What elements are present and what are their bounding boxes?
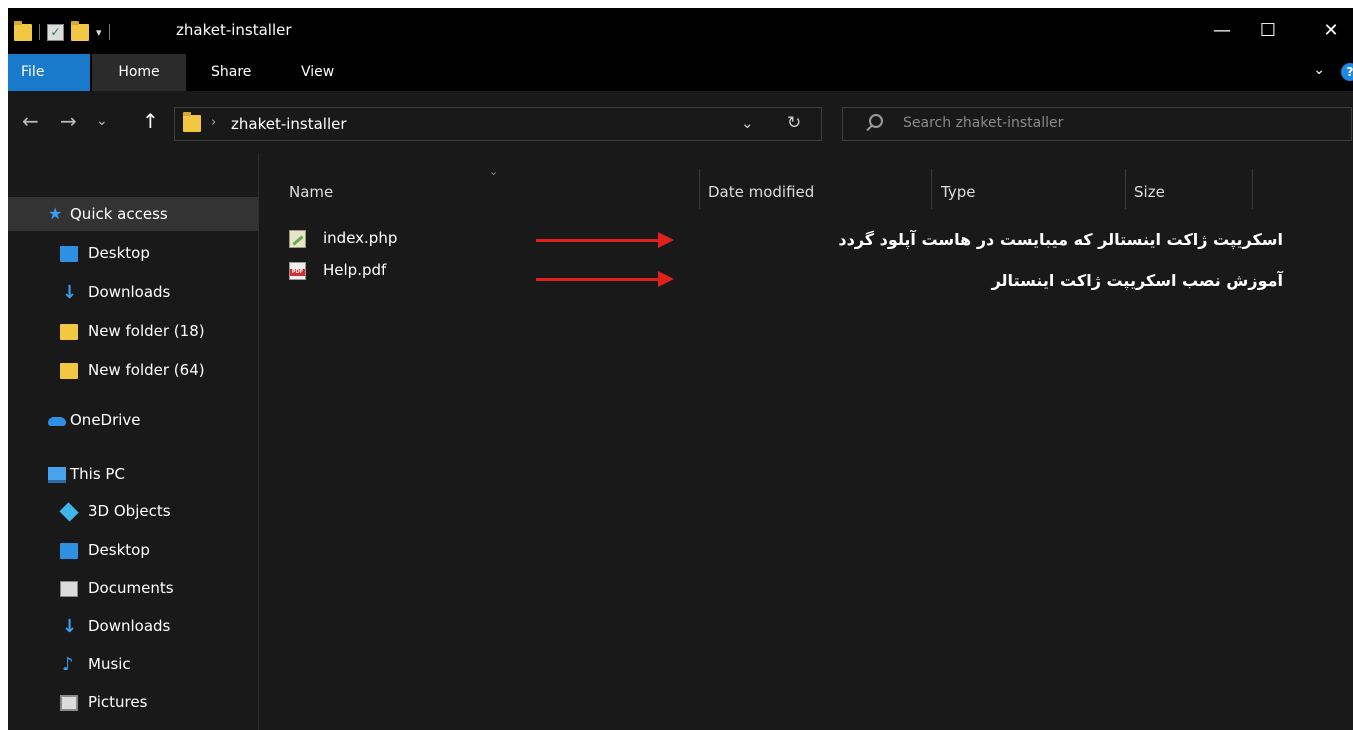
nav-label: 3D Objects bbox=[88, 502, 171, 520]
php-file-icon bbox=[289, 230, 306, 248]
computer-icon bbox=[48, 467, 66, 483]
forward-button[interactable]: → bbox=[60, 109, 77, 133]
nav-label: Desktop bbox=[88, 244, 150, 262]
nav-label: Music bbox=[88, 655, 131, 673]
annotation-index-php: اسکریپت ژاکت اینستالر که میبایست در هاست… bbox=[838, 230, 1283, 249]
cube-icon bbox=[59, 502, 79, 522]
toolbar-separator bbox=[108, 24, 110, 40]
navigation-pane: ★ Quick access Desktop ↓ Downloads New f… bbox=[8, 153, 258, 730]
cloud-icon bbox=[48, 417, 66, 426]
folder-icon bbox=[14, 20, 32, 41]
back-button[interactable]: ← bbox=[22, 109, 39, 133]
nav-label: Desktop bbox=[88, 541, 150, 559]
title-bar: ✓ ▾ zhaket-installer — ☐ ✕ bbox=[8, 8, 1353, 54]
nav-label: New folder (18) bbox=[88, 322, 205, 340]
breadcrumb-zhaket-installer[interactable]: zhaket-installer bbox=[231, 115, 347, 133]
nav-item-documents[interactable]: Documents bbox=[8, 571, 258, 605]
tab-home[interactable]: Home bbox=[92, 54, 186, 91]
nav-item-pictures[interactable]: Pictures bbox=[8, 685, 258, 719]
picture-icon bbox=[60, 695, 78, 711]
address-bar[interactable]: › zhaket-installer ⌄ ↻ bbox=[174, 107, 822, 141]
nav-item-new-folder-18[interactable]: New folder (18) bbox=[8, 314, 258, 348]
column-label: Date modified bbox=[708, 183, 815, 201]
column-separator[interactable] bbox=[1125, 169, 1126, 209]
tab-view[interactable]: View bbox=[288, 54, 347, 91]
nav-item-music[interactable]: ♪ Music bbox=[8, 647, 258, 681]
toolbar-separator bbox=[39, 24, 40, 40]
nav-label: This PC bbox=[70, 465, 125, 483]
annotation-help-pdf: آموزش نصب اسکریپت ژاکت اینستالر bbox=[991, 271, 1283, 290]
column-header-size[interactable]: Size bbox=[1134, 153, 1244, 213]
help-icon[interactable]: ? bbox=[1341, 63, 1353, 81]
maximize-button[interactable]: ☐ bbox=[1248, 16, 1288, 46]
download-icon: ↓ bbox=[62, 282, 78, 303]
nav-item-videos-partial[interactable] bbox=[8, 723, 258, 730]
nav-item-3d-objects[interactable]: 3D Objects bbox=[8, 494, 258, 528]
nav-label: Documents bbox=[88, 579, 174, 597]
folder-icon bbox=[60, 324, 78, 340]
column-header-date-modified[interactable]: Date modified bbox=[708, 153, 928, 213]
column-label: Name bbox=[289, 183, 334, 201]
nav-item-new-folder-64[interactable]: New folder (64) bbox=[8, 353, 258, 387]
column-separator[interactable] bbox=[1252, 169, 1253, 209]
desktop-icon bbox=[60, 543, 78, 559]
ribbon-tabs: File Home Share View ⌄ ? bbox=[8, 54, 1353, 91]
document-icon bbox=[60, 581, 78, 597]
nav-item-downloads[interactable]: ↓ Downloads bbox=[8, 275, 258, 309]
search-placeholder: Search zhaket-installer bbox=[903, 115, 1064, 131]
nav-item-pc-desktop[interactable]: Desktop bbox=[8, 533, 258, 567]
column-separator[interactable] bbox=[699, 169, 700, 209]
nav-item-pc-downloads[interactable]: ↓ Downloads bbox=[8, 609, 258, 643]
nav-label: Pictures bbox=[88, 693, 148, 711]
nav-label: Quick access bbox=[70, 205, 168, 223]
close-button[interactable]: ✕ bbox=[1311, 16, 1351, 46]
customize-toolbar-dropdown[interactable]: ▾ bbox=[96, 26, 102, 39]
folder-icon bbox=[60, 363, 78, 379]
new-folder-icon[interactable] bbox=[71, 20, 89, 41]
up-button[interactable]: ↑ bbox=[142, 109, 159, 133]
column-label: Type bbox=[941, 183, 976, 201]
address-history-dropdown[interactable]: ⌄ bbox=[741, 114, 754, 132]
refresh-button[interactable]: ↻ bbox=[787, 113, 801, 133]
column-label: Size bbox=[1134, 183, 1165, 201]
nav-this-pc[interactable]: This PC bbox=[8, 457, 258, 491]
minimize-button[interactable]: — bbox=[1202, 16, 1242, 46]
red-arrow bbox=[536, 232, 674, 248]
file-name: index.php bbox=[323, 229, 398, 247]
expand-ribbon-chevron-icon[interactable]: ⌄ bbox=[1313, 62, 1325, 78]
download-icon: ↓ bbox=[62, 616, 78, 637]
column-header-type[interactable]: Type bbox=[941, 153, 1121, 213]
tab-share[interactable]: Share bbox=[198, 54, 264, 91]
properties-icon[interactable]: ✓ bbox=[47, 23, 64, 41]
pdf-file-icon bbox=[289, 262, 306, 280]
nav-label: Downloads bbox=[88, 283, 171, 301]
breadcrumb-separator[interactable]: › bbox=[211, 115, 216, 130]
nav-item-desktop[interactable]: Desktop bbox=[8, 236, 258, 270]
quick-access-toolbar: ✓ ▾ bbox=[14, 20, 110, 43]
nav-label: Downloads bbox=[88, 617, 171, 635]
music-note-icon: ♪ bbox=[62, 654, 74, 675]
recent-locations-button[interactable]: ⌄ bbox=[96, 113, 108, 129]
file-name: Help.pdf bbox=[323, 261, 387, 279]
nav-quick-access[interactable]: ★ Quick access bbox=[8, 197, 258, 231]
window-title: zhaket-installer bbox=[176, 21, 292, 39]
tab-file[interactable]: File bbox=[8, 54, 90, 91]
nav-label: New folder (64) bbox=[88, 361, 205, 379]
search-input[interactable]: Search zhaket-installer bbox=[842, 107, 1352, 141]
file-list: ⌄ Name Date modified Type Size index.php… bbox=[259, 153, 1353, 730]
folder-icon bbox=[183, 112, 201, 132]
address-row: ← → ⌄ ↑ › zhaket-installer ⌄ ↻ Search zh… bbox=[8, 91, 1353, 153]
desktop-icon bbox=[60, 246, 78, 262]
nav-onedrive[interactable]: OneDrive bbox=[8, 403, 258, 437]
column-separator[interactable] bbox=[931, 169, 932, 209]
column-header-name[interactable]: Name bbox=[289, 153, 699, 213]
search-icon bbox=[869, 114, 883, 128]
file-explorer-window: ✓ ▾ zhaket-installer — ☐ ✕ File Home Sha… bbox=[8, 8, 1353, 730]
red-arrow bbox=[536, 271, 674, 287]
nav-label: OneDrive bbox=[70, 411, 141, 429]
star-icon: ★ bbox=[48, 204, 63, 223]
